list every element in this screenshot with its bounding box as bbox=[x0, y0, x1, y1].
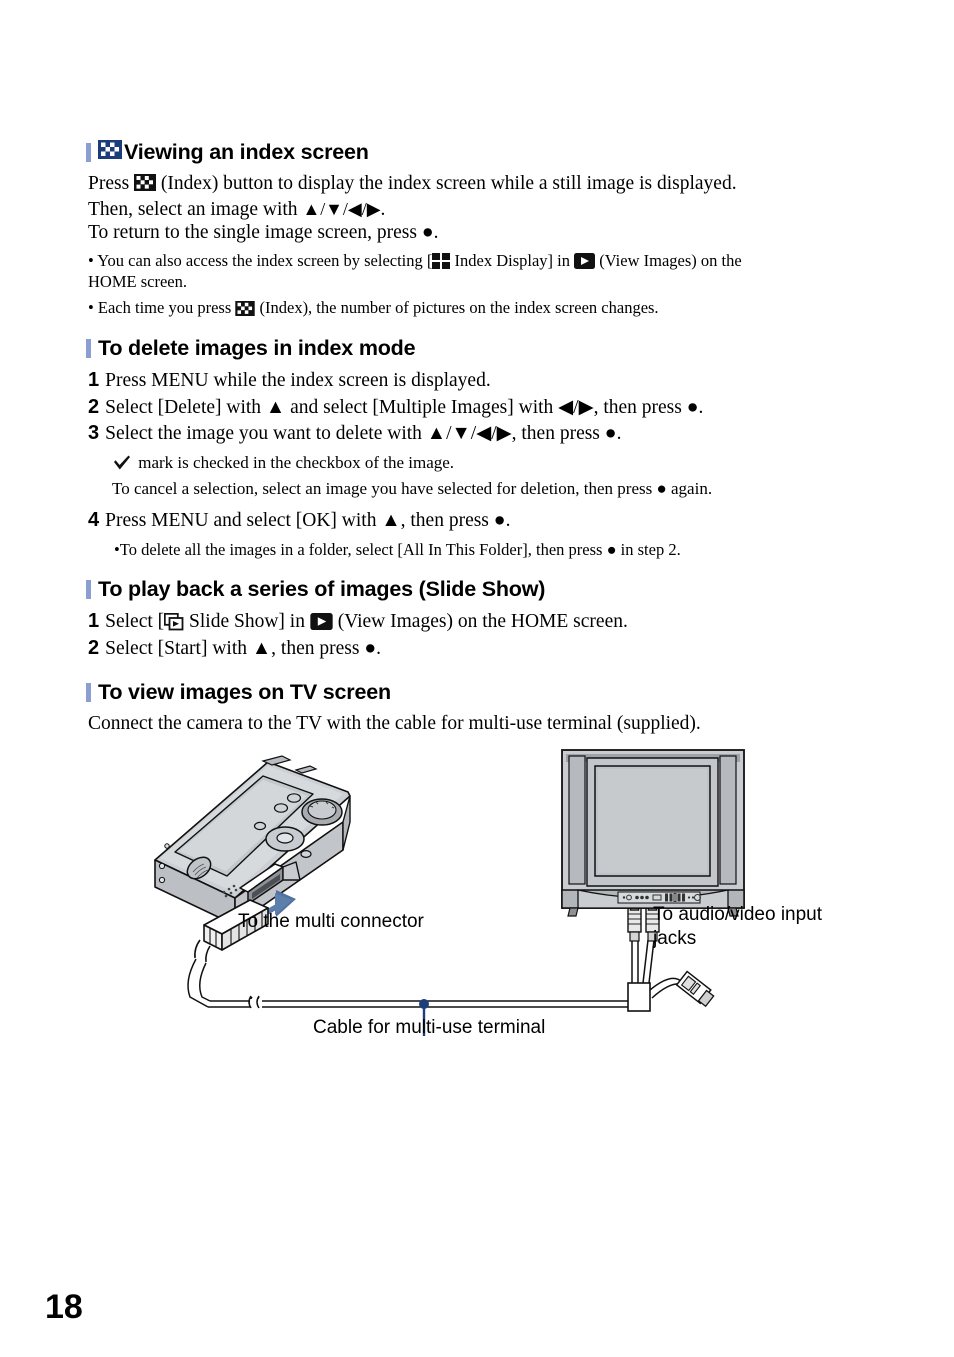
slide-show-icon bbox=[164, 613, 184, 631]
checkmark-icon bbox=[112, 454, 132, 472]
index-bullet-2: • Each time you press (Index), the numbe… bbox=[88, 297, 659, 318]
text-fragment: again. bbox=[666, 479, 713, 498]
text-fragment: Select [ bbox=[105, 611, 165, 632]
index-bullet-1-line-2: HOME screen. bbox=[88, 271, 187, 292]
delete-step-4-note: •To delete all the images in a folder, s… bbox=[114, 539, 681, 561]
usb-plug bbox=[649, 970, 715, 1008]
center-button-icon: ● bbox=[686, 397, 699, 418]
index-checker-icon bbox=[134, 174, 157, 191]
text-fragment: Then, select an image with bbox=[88, 199, 303, 220]
direction-pad-arrows: ▲/▼/◀/▶ bbox=[302, 199, 381, 219]
text-fragment: . bbox=[616, 423, 622, 444]
delete-step-3: 3 Select the image you want to delete wi… bbox=[88, 421, 621, 446]
digital-camera-illustration bbox=[154, 755, 351, 926]
tv-illustration bbox=[561, 749, 745, 917]
section-heading-label: To play back a series of images (Slide S… bbox=[98, 577, 546, 601]
heading-accent-bar bbox=[86, 580, 91, 599]
step-number: 2 bbox=[88, 637, 100, 659]
text-fragment: Select [Start] with ▲, then press bbox=[105, 638, 365, 659]
text-fragment: (Index), the number of pictures on the i… bbox=[255, 298, 659, 317]
step-number: 1 bbox=[88, 610, 100, 632]
text-fragment: . bbox=[433, 222, 439, 243]
delete-step-4: 4 Press MENU and select [OK] with ▲, the… bbox=[88, 508, 510, 533]
step-number: 2 bbox=[88, 396, 100, 418]
text-fragment: (View Images) on the HOME screen. bbox=[332, 611, 628, 632]
text-fragment: mark is checked in the checkbox of the i… bbox=[134, 453, 455, 472]
text-fragment: (Index) button to display the index scre… bbox=[156, 173, 737, 194]
center-button-icon: ● bbox=[493, 510, 506, 531]
delete-substep-cancel: To cancel a selection, select an image y… bbox=[112, 478, 712, 500]
text-fragment: . bbox=[376, 638, 381, 659]
heading-accent-bar bbox=[86, 339, 91, 358]
section-heading-view-on-tv: To view images on TV screen bbox=[86, 680, 391, 705]
center-button-icon: ● bbox=[421, 222, 434, 243]
section-heading-label: To view images on TV screen bbox=[98, 680, 391, 704]
slideshow-step-2: 2 Select [Start] with ▲, then press ●. bbox=[88, 636, 381, 661]
center-button-icon: ● bbox=[604, 423, 617, 444]
text-fragment: Select the image you want to delete with… bbox=[105, 423, 605, 444]
step-text: Select [Start] with ▲, then press ●. bbox=[105, 636, 381, 661]
tv-connection-diagram bbox=[154, 749, 745, 1036]
text-fragment: in step 2. bbox=[616, 540, 681, 559]
text-fragment: Connect the camera to the TV with the ca… bbox=[88, 713, 701, 734]
index-checker-icon bbox=[235, 301, 256, 316]
manual-page: Viewing an index screen Press (Index) bu… bbox=[0, 0, 954, 1357]
step-text: Press MENU and select [OK] with ▲, then … bbox=[105, 508, 510, 533]
text-fragment: To cancel a selection, select an image y… bbox=[112, 479, 657, 498]
section-heading-delete-index-mode: To delete images in index mode bbox=[86, 336, 416, 361]
index-checker-icon bbox=[98, 140, 122, 165]
text-fragment: Select [Delete] with ▲ and select [Multi… bbox=[105, 397, 687, 418]
center-button-icon: ● bbox=[606, 540, 617, 559]
index-body-line-2: Then, select an image with ▲/▼/◀/▶. bbox=[88, 197, 385, 223]
index-bullet-1-line-1: • You can also access the index screen b… bbox=[88, 250, 742, 271]
section-heading-slide-show: To play back a series of images (Slide S… bbox=[86, 577, 545, 602]
text-fragment: • Each time you press bbox=[88, 298, 236, 317]
label-av-input-line1: To audio/video input bbox=[653, 904, 823, 925]
index-body-line-3: To return to the single image screen, pr… bbox=[88, 221, 438, 246]
slideshow-step-1: 1 Select [ Slide Show] in (View Images) … bbox=[88, 609, 628, 634]
delete-substep-checkmark: mark is checked in the checkbox of the i… bbox=[112, 452, 454, 474]
delete-step-2: 2 Select [Delete] with ▲ and select [Mul… bbox=[88, 395, 703, 420]
step-number: 1 bbox=[88, 369, 100, 391]
heading-accent-bar bbox=[86, 683, 91, 702]
text-fragment: Index Display] in bbox=[450, 251, 575, 270]
text-fragment: . bbox=[698, 397, 704, 418]
text-fragment: To return to the single image screen, pr… bbox=[88, 222, 422, 243]
step-number: 4 bbox=[88, 509, 100, 531]
delete-step-1: 1 Press MENU while the index screen is d… bbox=[88, 368, 491, 393]
text-fragment: (View Images) on the bbox=[595, 251, 742, 270]
text-fragment: Press MENU and select [OK] with ▲, then … bbox=[105, 510, 494, 531]
text-fragment: • You can also access the index screen b… bbox=[88, 251, 433, 270]
step-text: Select [Delete] with ▲ and select [Multi… bbox=[105, 395, 703, 420]
step-text: Select [ Slide Show] in (View Images) on… bbox=[105, 609, 628, 634]
text-fragment: . bbox=[380, 199, 386, 220]
section-heading-viewing-index: Viewing an index screen bbox=[86, 140, 369, 165]
label-multi-connector: To the multi connector bbox=[238, 911, 424, 932]
index-body-line-1: Press (Index) button to display the inde… bbox=[88, 172, 737, 197]
heading-accent-bar bbox=[86, 143, 91, 162]
index-display-icon bbox=[432, 253, 451, 269]
text-fragment: Slide Show] in bbox=[184, 611, 310, 632]
text-fragment: . bbox=[505, 510, 511, 531]
text-fragment: Press bbox=[88, 173, 135, 194]
step-text: Press MENU while the index screen is dis… bbox=[105, 370, 491, 391]
center-button-icon: ● bbox=[364, 638, 377, 659]
label-cable-for-multi-use-terminal: Cable for multi-use terminal bbox=[313, 1017, 546, 1038]
center-button-icon: ● bbox=[656, 479, 667, 498]
view-on-tv-body: Connect the camera to the TV with the ca… bbox=[88, 712, 701, 737]
step-number: 3 bbox=[88, 422, 100, 444]
step-text: Select the image you want to delete with… bbox=[105, 421, 621, 446]
section-heading-label: To delete images in index mode bbox=[98, 336, 416, 360]
section-heading-label: Viewing an index screen bbox=[124, 140, 369, 164]
label-av-input-line2: jacks bbox=[653, 928, 697, 949]
text-fragment: •To delete all the images in a folder, s… bbox=[114, 540, 607, 559]
view-images-icon bbox=[310, 613, 333, 630]
page-number: 18 bbox=[45, 1288, 83, 1326]
text-fragment: HOME screen. bbox=[88, 272, 187, 291]
view-images-icon bbox=[574, 253, 596, 269]
